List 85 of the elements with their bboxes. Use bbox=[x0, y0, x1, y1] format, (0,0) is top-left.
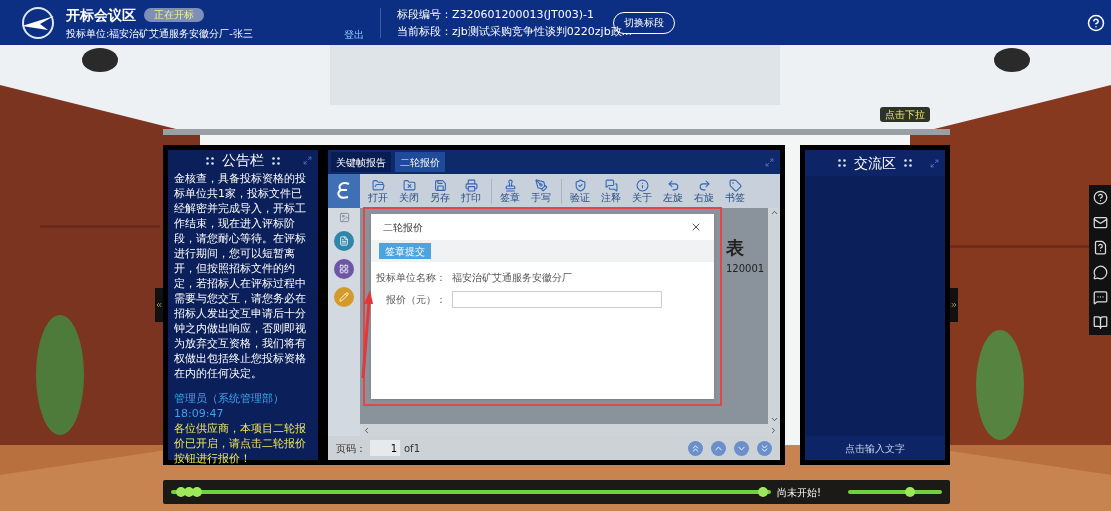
document-code: 120001 bbox=[726, 262, 765, 276]
scroll-up-icon[interactable] bbox=[769, 208, 779, 217]
message-text: 各位供应商，本项目二轮报价已开启，请点击二轮报价按钮进行报价！ bbox=[174, 421, 307, 466]
toolbar-button[interactable]: 关闭 bbox=[395, 178, 423, 204]
document-icon bbox=[339, 236, 349, 246]
toolbar-button[interactable]: 注释 bbox=[597, 178, 625, 204]
vertical-scrollbar[interactable] bbox=[768, 208, 780, 424]
pencil-button[interactable] bbox=[334, 287, 354, 307]
chat-input-field[interactable]: 点击输入文字 bbox=[805, 436, 945, 460]
panel-title: 公告栏 bbox=[222, 151, 264, 170]
app-title: 开标会议区 bbox=[66, 5, 136, 25]
dots-icon bbox=[206, 156, 214, 165]
field-label: 投标单位名称： bbox=[375, 271, 446, 285]
toolbar-button[interactable]: 验证 bbox=[566, 178, 594, 204]
message-sender: 管理员（系统管理部）18:09:47 bbox=[174, 391, 285, 421]
dots-icon bbox=[272, 156, 280, 165]
pull-down-tooltip[interactable]: 点击下拉 bbox=[880, 107, 930, 122]
current-section-label: 当前标段： bbox=[397, 24, 452, 38]
toolbar-button[interactable]: 打开 bbox=[364, 178, 392, 204]
toolbar-button[interactable]: 另存 bbox=[426, 178, 454, 204]
first-page-icon[interactable] bbox=[688, 440, 703, 456]
dots-icon bbox=[838, 159, 846, 167]
chat-bubble-icon[interactable] bbox=[1092, 265, 1108, 280]
pencil-icon bbox=[339, 292, 349, 302]
pen-icon bbox=[534, 178, 548, 192]
folder-icon bbox=[371, 178, 385, 192]
previous-page-icon[interactable] bbox=[711, 440, 726, 456]
field-label: 报价（元）： bbox=[385, 293, 446, 307]
thumbnail-icon[interactable] bbox=[338, 212, 350, 223]
tag-icon bbox=[728, 178, 742, 192]
next-page-icon[interactable] bbox=[734, 440, 749, 456]
undo-icon bbox=[666, 178, 680, 192]
dots-icon bbox=[904, 159, 912, 167]
mail-icon[interactable] bbox=[1092, 215, 1108, 230]
section-label: 标段编号： bbox=[397, 7, 452, 21]
grid-button[interactable] bbox=[334, 259, 354, 279]
scroll-down-icon[interactable] bbox=[769, 415, 779, 424]
folder-icon bbox=[402, 178, 416, 192]
document-button[interactable] bbox=[334, 231, 354, 251]
horizontal-scrollbar[interactable] bbox=[360, 424, 780, 436]
status-badge: 正在开标 bbox=[144, 8, 204, 22]
logout-link[interactable]: 登出 bbox=[344, 27, 364, 42]
notice-text: 金核查，具备投标资格的投标单位共1家，投标文件已经解密并完成导入，开标工作结束，现在进入评标阶段，请您耐心等待。在评标进行期间，您可以短暂离开，但按照招标文件的约定，若招标人在评标过程中需要与您交互，请您务必在招标人发出交互申请后十分钟之内做出响应，否则即视为放弃交互资格，我们将有权做出包括终止您投标资格在内的任何决定。 bbox=[173, 171, 307, 381]
scroll-right-icon[interactable] bbox=[769, 425, 778, 435]
document-heading: 表 bbox=[726, 236, 744, 260]
printer-icon bbox=[464, 178, 478, 192]
timeline-status: 尚未开始! bbox=[777, 485, 821, 500]
save-icon bbox=[433, 178, 447, 192]
collapse-left-handle[interactable] bbox=[155, 288, 163, 322]
section-number: Z320601200013(JT003)-1 bbox=[452, 7, 595, 21]
price-input[interactable] bbox=[452, 291, 662, 308]
toolbar-button[interactable]: 关于 bbox=[628, 178, 656, 204]
toolbar-button[interactable]: 书签 bbox=[721, 178, 749, 204]
message-icon[interactable] bbox=[1092, 290, 1108, 305]
page-total: of1 bbox=[404, 441, 420, 456]
collapse-right-handle[interactable] bbox=[950, 288, 958, 322]
shield-icon bbox=[573, 178, 587, 192]
dialog-title: 二轮报价 bbox=[383, 220, 423, 235]
book-icon[interactable] bbox=[1092, 315, 1108, 330]
toolbar-button[interactable]: 手写 bbox=[527, 178, 555, 204]
reader-logo-icon bbox=[328, 174, 360, 208]
chat-icon bbox=[604, 178, 618, 192]
panel-title: 交流区 bbox=[854, 153, 896, 173]
scroll-left-icon[interactable] bbox=[362, 425, 371, 435]
pager-label: 页码： bbox=[336, 441, 366, 456]
expand-icon[interactable] bbox=[930, 158, 939, 168]
question-document-icon[interactable] bbox=[1092, 240, 1108, 255]
grid-icon bbox=[339, 264, 349, 274]
page-number-field[interactable]: 1 bbox=[370, 440, 400, 456]
toolbar-button[interactable]: 左旋 bbox=[659, 178, 687, 204]
field-value: 福安治矿艾通服务安徽分厂 bbox=[452, 271, 572, 285]
viewer-tab[interactable]: 二轮报价 bbox=[395, 152, 445, 172]
toolbar-button[interactable]: 签章 bbox=[496, 178, 524, 204]
toolbar-button[interactable]: 打印 bbox=[457, 178, 485, 204]
expand-icon[interactable] bbox=[303, 156, 312, 165]
viewer-tab[interactable]: 关键帧报告 bbox=[331, 152, 391, 172]
expand-icon[interactable] bbox=[765, 157, 774, 167]
bidder-text: 投标单位:福安治矿艾通服务安徽分厂-张三 bbox=[66, 26, 254, 41]
stamp-icon bbox=[503, 178, 517, 192]
close-icon[interactable] bbox=[690, 221, 702, 233]
help-icon[interactable] bbox=[1092, 190, 1108, 205]
toolbar-button[interactable]: 右旋 bbox=[690, 178, 718, 204]
redo-icon bbox=[697, 178, 711, 192]
last-page-icon[interactable] bbox=[757, 440, 772, 456]
info-icon bbox=[635, 178, 649, 192]
